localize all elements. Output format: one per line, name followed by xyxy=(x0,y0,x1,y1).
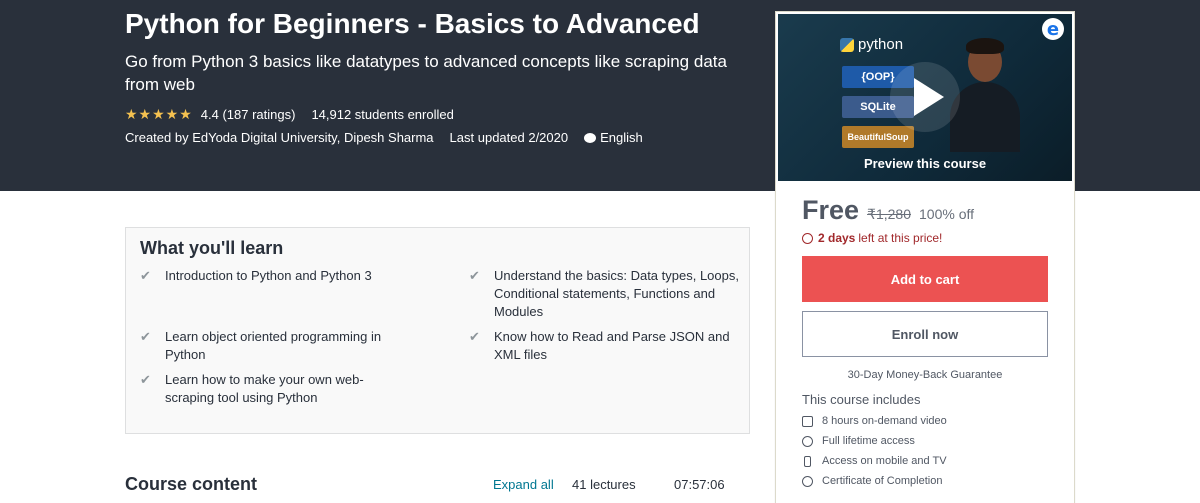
money-back-guarantee: 30-Day Money-Back Guarantee xyxy=(847,369,1003,381)
current-price: Free xyxy=(802,195,860,225)
list-item: 8 hours on-demand video xyxy=(802,411,1048,431)
mobile-icon xyxy=(804,455,811,467)
list-item: ✔ Know how to Read and Parse JSON and XML… xyxy=(469,328,744,364)
python-logo: python xyxy=(840,36,903,53)
price-row: Free ₹1,280 100% off xyxy=(802,195,1048,226)
what-you-learn: What you'll learn ✔ Introduction to Pytho… xyxy=(125,227,750,434)
timer-days: 2 days xyxy=(818,231,856,245)
certificate-icon xyxy=(802,475,813,487)
course-meta: Created by EdYoda Digital University, Di… xyxy=(125,127,745,147)
language-label: English xyxy=(600,129,643,145)
check-icon: ✔ xyxy=(469,329,480,344)
preview-label: Preview this course xyxy=(863,156,987,171)
speech-bubble-icon xyxy=(584,132,597,143)
list-item: ✔ Learn object oriented programming in Py… xyxy=(140,328,410,364)
course-header-info: Python for Beginners - Basics to Advance… xyxy=(125,8,745,147)
last-updated: Last updated 2/2020 xyxy=(449,129,569,145)
include-label: Full lifetime access xyxy=(822,435,915,447)
timer-text: left at this price! xyxy=(858,231,943,245)
include-label: Access on mobile and TV xyxy=(822,455,947,467)
learn-title: What you'll learn xyxy=(140,238,284,258)
students-enrolled: 14,912 students enrolled xyxy=(311,106,454,122)
pricing-panel: Free ₹1,280 100% off 2 days left at this… xyxy=(776,183,1074,491)
rating-count[interactable]: 4.4 (187 ratings) xyxy=(201,107,296,122)
expand-all-link[interactable]: Expand all xyxy=(493,477,554,492)
learn-item-text: Understand the basics: Data types, Loops… xyxy=(494,268,739,319)
include-label: 8 hours on-demand video xyxy=(822,415,947,427)
check-icon: ✔ xyxy=(140,329,151,344)
purchase-sidebar: python {OOP} SQLite BeautifulSoup e Prev… xyxy=(775,11,1075,503)
learn-item-text: Introduction to Python and Python 3 xyxy=(165,268,372,283)
edyoda-logo: e xyxy=(1042,18,1064,40)
learn-item-text: Know how to Read and Parse JSON and XML … xyxy=(494,329,730,362)
list-item: ✔ Learn how to make your own web-scraping… xyxy=(140,371,390,407)
original-price: ₹1,280 xyxy=(867,206,911,222)
course-authors[interactable]: Created by EdYoda Digital University, Di… xyxy=(125,130,434,145)
course-title: Python for Beginners - Basics to Advance… xyxy=(125,8,700,39)
list-item: ✔ Introduction to Python and Python 3 xyxy=(140,267,440,285)
list-item: Access on mobile and TV xyxy=(802,451,1048,471)
learn-item-text: Learn object oriented programming in Pyt… xyxy=(165,329,382,362)
check-icon: ✔ xyxy=(140,372,151,387)
discount-percent: 100% off xyxy=(919,206,975,222)
beautifulsoup-tile: BeautifulSoup xyxy=(842,126,914,148)
course-subtitle: Go from Python 3 basics like datatypes t… xyxy=(125,52,727,94)
infinity-icon xyxy=(802,435,813,447)
includes-list: 8 hours on-demand video Full lifetime ac… xyxy=(802,411,1048,491)
add-to-cart-button[interactable]: Add to cart xyxy=(802,256,1048,302)
python-icon xyxy=(840,37,854,52)
play-button[interactable] xyxy=(890,62,960,132)
price-timer: 2 days left at this price! xyxy=(802,231,1048,245)
includes-title: This course includes xyxy=(802,392,921,407)
course-language: English xyxy=(584,130,643,145)
list-item: Full lifetime access xyxy=(802,431,1048,451)
total-duration: 07:57:06 xyxy=(674,477,725,492)
course-content-title: Course content xyxy=(125,473,258,494)
include-label: Certificate of Completion xyxy=(822,475,943,487)
learn-item-text: Learn how to make your own web-scraping … xyxy=(165,372,364,405)
python-text: python xyxy=(858,36,904,53)
instructor-image xyxy=(950,38,1020,152)
play-icon xyxy=(914,78,944,116)
video-icon xyxy=(802,415,813,427)
star-rating-icon: ★★★★★ xyxy=(125,105,193,122)
list-item: ✔ Understand the basics: Data types, Loop… xyxy=(469,267,744,321)
check-icon: ✔ xyxy=(469,268,480,283)
check-icon: ✔ xyxy=(140,268,151,283)
course-content-header: Course content Expand all 41 lectures 07… xyxy=(125,469,750,499)
list-item: Certificate of Completion xyxy=(802,471,1048,491)
lecture-count: 41 lectures xyxy=(572,477,636,492)
alarm-clock-icon xyxy=(802,232,813,244)
course-preview-video[interactable]: python {OOP} SQLite BeautifulSoup e Prev… xyxy=(778,14,1072,181)
enroll-now-button[interactable]: Enroll now xyxy=(802,311,1048,357)
rating-row: ★★★★★ 4.4 (187 ratings) 14,912 students … xyxy=(125,104,745,124)
